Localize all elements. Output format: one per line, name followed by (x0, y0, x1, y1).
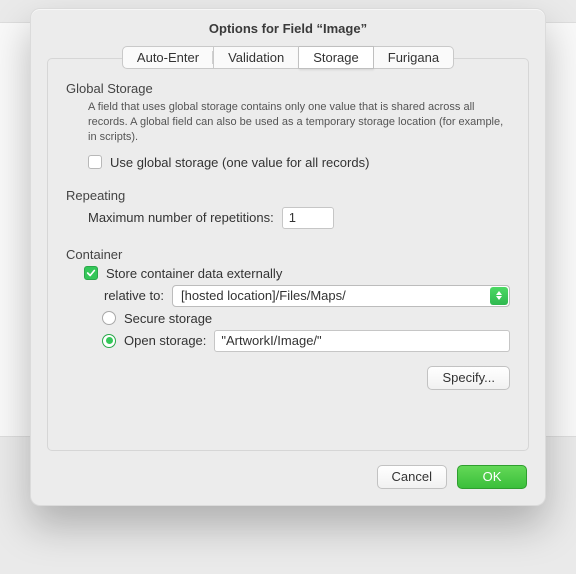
secure-storage-row: Secure storage (102, 311, 510, 326)
repeating-row: Maximum number of repetitions: (88, 207, 510, 229)
open-storage-label: Open storage: (124, 333, 206, 348)
tab-bar: Auto-Enter Validation Storage Furigana (31, 46, 545, 69)
relative-to-value: [hosted location]/Files/Maps/ (181, 288, 346, 303)
global-storage-checkbox[interactable] (88, 155, 102, 169)
global-storage-checkbox-label: Use global storage (one value for all re… (110, 155, 369, 170)
relative-to-select[interactable]: [hosted location]/Files/Maps/ (172, 285, 510, 307)
dialog-title: Options for Field “Image” (31, 9, 545, 46)
global-storage-heading: Global Storage (66, 81, 510, 96)
open-storage-radio[interactable] (102, 334, 116, 348)
tab-auto-enter[interactable]: Auto-Enter (122, 46, 214, 69)
open-storage-row: Open storage: (102, 330, 510, 352)
specify-row: Specify... (66, 356, 510, 390)
container-heading: Container (66, 247, 510, 262)
tab-validation[interactable]: Validation (214, 46, 299, 69)
secure-storage-label: Secure storage (124, 311, 212, 326)
specify-button[interactable]: Specify... (427, 366, 510, 390)
storage-panel: Global Storage A field that uses global … (47, 58, 529, 451)
store-external-checkbox[interactable] (84, 266, 98, 280)
store-external-label: Store container data externally (106, 266, 282, 281)
global-storage-help: A field that uses global storage contain… (88, 100, 510, 145)
global-storage-row: Use global storage (one value for all re… (88, 155, 510, 170)
dialog-footer: Cancel OK (31, 451, 545, 489)
relative-to-label: relative to: (104, 288, 164, 303)
options-dialog: Options for Field “Image” Auto-Enter Val… (30, 8, 546, 506)
repeating-label: Maximum number of repetitions: (88, 210, 274, 225)
open-storage-input[interactable] (214, 330, 510, 352)
cancel-button[interactable]: Cancel (377, 465, 447, 489)
secure-storage-radio[interactable] (102, 311, 116, 325)
repeating-heading: Repeating (66, 188, 510, 203)
tab-furigana[interactable]: Furigana (374, 46, 454, 69)
updown-icon (490, 287, 508, 305)
ok-button[interactable]: OK (457, 465, 527, 489)
store-external-row: Store container data externally (84, 266, 510, 281)
relative-to-row: relative to: [hosted location]/Files/Map… (166, 285, 510, 307)
tab-storage[interactable]: Storage (299, 46, 374, 69)
repetitions-input[interactable] (282, 207, 334, 229)
